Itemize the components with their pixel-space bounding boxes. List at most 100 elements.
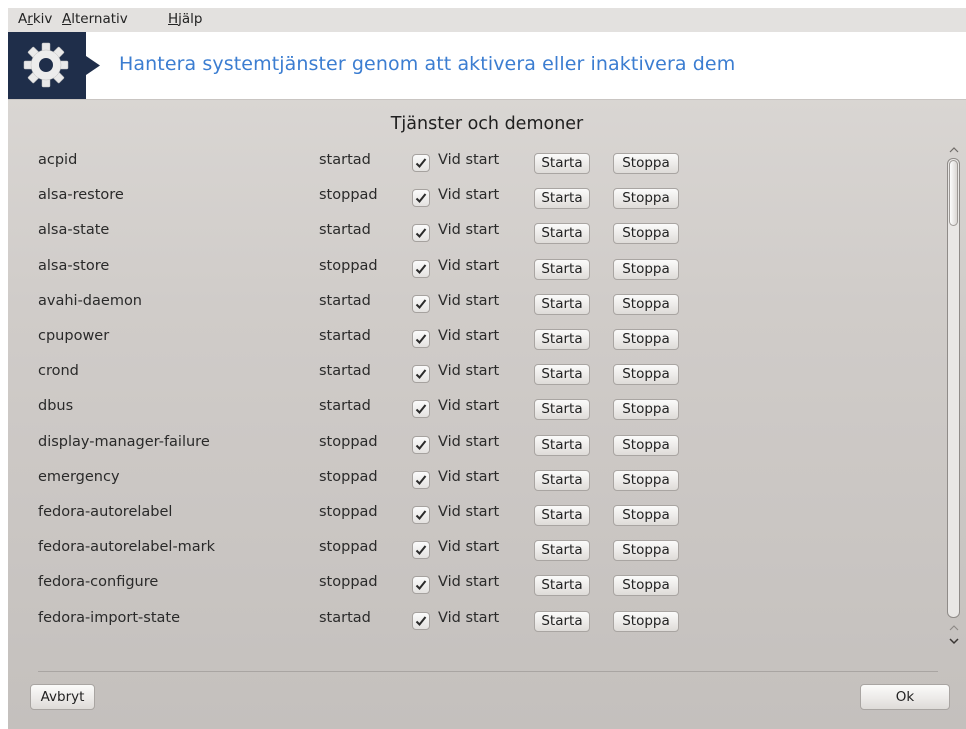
on-boot-label: Vid start: [438, 398, 500, 415]
menu-alternativ[interactable]: Alternativ: [62, 11, 128, 27]
menu-arkiv[interactable]: Arkiv: [18, 11, 52, 27]
service-row: alsa-state startad Vid start Starta Stoppa: [8, 218, 938, 253]
stop-button[interactable]: Stoppa: [613, 575, 679, 597]
on-boot-label: Vid start: [438, 187, 500, 204]
service-status: stoppad: [319, 187, 378, 204]
start-button[interactable]: Starta: [534, 153, 590, 174]
service-name: fedora-autorelabel-mark: [38, 539, 216, 556]
service-row: crond startad Vid start Starta Stoppa: [8, 359, 938, 394]
start-button[interactable]: Starta: [534, 223, 590, 245]
service-name: emergency: [38, 468, 120, 485]
on-boot-label: Vid start: [438, 609, 500, 626]
checkmark-icon: [415, 510, 427, 520]
service-status: startad: [319, 152, 371, 168]
menu-hjalp[interactable]: Hjälp: [168, 11, 203, 27]
start-button[interactable]: Starta: [534, 364, 590, 386]
service-row: fedora-configure stoppad Vid start Starta St…: [8, 570, 938, 605]
checkmark-icon: [415, 439, 427, 450]
checkmark-icon: [415, 369, 427, 380]
service-name: fedora-configure: [38, 574, 159, 591]
service-name: fedora-autorelabel: [38, 504, 173, 520]
start-button[interactable]: Starta: [534, 575, 590, 597]
service-status: startad: [319, 363, 371, 380]
stop-button[interactable]: Stoppa: [613, 364, 679, 386]
service-row: fedora-import-state startad Vid start Start…: [8, 606, 938, 641]
start-button[interactable]: Starta: [534, 434, 590, 456]
checkmark-icon: [415, 404, 427, 415]
on-boot-label: Vid start: [438, 539, 500, 556]
checkbox-box[interactable]: [412, 189, 430, 208]
scroll-up-arrow-icon[interactable]: [947, 622, 961, 634]
service-status: stoppad: [319, 574, 378, 591]
checkbox-box[interactable]: [412, 224, 430, 243]
checkbox-box[interactable]: [412, 506, 430, 524]
start-button[interactable]: Starta: [534, 540, 590, 562]
vertical-scrollbar[interactable]: [944, 144, 964, 650]
stop-button[interactable]: Stoppa: [613, 153, 679, 174]
checkbox-box[interactable]: [412, 259, 430, 278]
start-button[interactable]: Starta: [534, 469, 590, 491]
start-button[interactable]: Starta: [534, 399, 590, 421]
stop-button[interactable]: Stoppa: [613, 399, 679, 421]
checkbox-box[interactable]: [412, 541, 430, 560]
on-boot-label: Vid start: [438, 363, 500, 380]
start-button[interactable]: Starta: [534, 610, 590, 632]
menu-bar: Arkiv Alternativ Hjälp: [8, 8, 966, 32]
scroll-down-arrow-icon[interactable]: [947, 635, 961, 647]
service-row: dbus startad Vid start Starta Stoppa: [8, 394, 938, 429]
stop-button[interactable]: Stoppa: [613, 188, 679, 210]
checkbox-box[interactable]: [412, 154, 430, 172]
start-button[interactable]: Starta: [534, 329, 590, 350]
stop-button[interactable]: Stoppa: [613, 610, 679, 632]
start-button[interactable]: Starta: [534, 505, 590, 526]
start-button[interactable]: Starta: [534, 188, 590, 210]
service-row: alsa-restore stoppad Vid start Starta Stoppa: [8, 183, 938, 218]
start-button[interactable]: Starta: [534, 258, 590, 280]
stop-button[interactable]: Stoppa: [613, 329, 679, 350]
banner-title: Hantera systemtjänster genom att aktiver…: [119, 53, 736, 75]
cancel-button[interactable]: Avbryt: [30, 684, 95, 710]
checkbox-box[interactable]: [412, 365, 430, 384]
service-row: display-manager-failure stoppad Vid start S…: [8, 430, 938, 465]
ok-button[interactable]: Ok: [860, 684, 950, 710]
scrollbar-thumb[interactable]: [949, 160, 958, 226]
checkbox-box[interactable]: [412, 294, 430, 313]
stop-button[interactable]: Stoppa: [613, 223, 679, 245]
service-row: fedora-autorelabel-mark stoppad Vid start S…: [8, 535, 938, 570]
checkmark-icon: [415, 475, 427, 485]
scrollbar-track[interactable]: [947, 158, 960, 618]
on-boot-label: Vid start: [438, 468, 500, 485]
service-name: fedora-import-state: [38, 609, 181, 626]
stop-button[interactable]: Stoppa: [613, 540, 679, 562]
service-name: crond: [38, 363, 79, 380]
stop-button[interactable]: Stoppa: [613, 505, 679, 526]
service-status: stoppad: [319, 433, 378, 450]
checkbox-box[interactable]: [412, 400, 430, 419]
service-status: stoppad: [319, 257, 378, 274]
service-row: emergency stoppad Vid start Starta Stoppa: [8, 465, 938, 500]
stop-button[interactable]: Stoppa: [613, 469, 679, 491]
checkmark-icon: [415, 545, 427, 556]
stop-button[interactable]: Stoppa: [613, 258, 679, 280]
start-button[interactable]: Starta: [534, 293, 590, 315]
service-name: display-manager-failure: [38, 433, 210, 450]
service-name: alsa-state: [38, 222, 110, 239]
stop-button[interactable]: Stoppa: [613, 293, 679, 315]
service-status: stoppad: [319, 539, 378, 556]
stop-button[interactable]: Stoppa: [613, 434, 679, 456]
checkbox-box[interactable]: [412, 576, 430, 595]
service-list: acpid startad Vid start Starta Stoppa alsa-re…: [8, 148, 938, 648]
app-window: Arkiv Alternativ Hjälp Hantera systemtjä…: [8, 8, 966, 729]
checkbox-box[interactable]: [412, 330, 430, 348]
service-name: acpid: [38, 152, 78, 168]
service-status: stoppad: [319, 504, 378, 520]
scroll-up-arrow-icon[interactable]: [947, 144, 961, 156]
service-status: startad: [319, 398, 371, 415]
checkbox-box[interactable]: [412, 470, 430, 489]
checkbox-box[interactable]: [412, 435, 430, 454]
footer-separator: [38, 671, 938, 672]
on-boot-label: Vid start: [438, 292, 500, 309]
service-row: cpupower startad Vid start Starta Stoppa: [8, 324, 938, 359]
service-status: startad: [319, 328, 371, 344]
checkbox-box[interactable]: [412, 611, 430, 630]
